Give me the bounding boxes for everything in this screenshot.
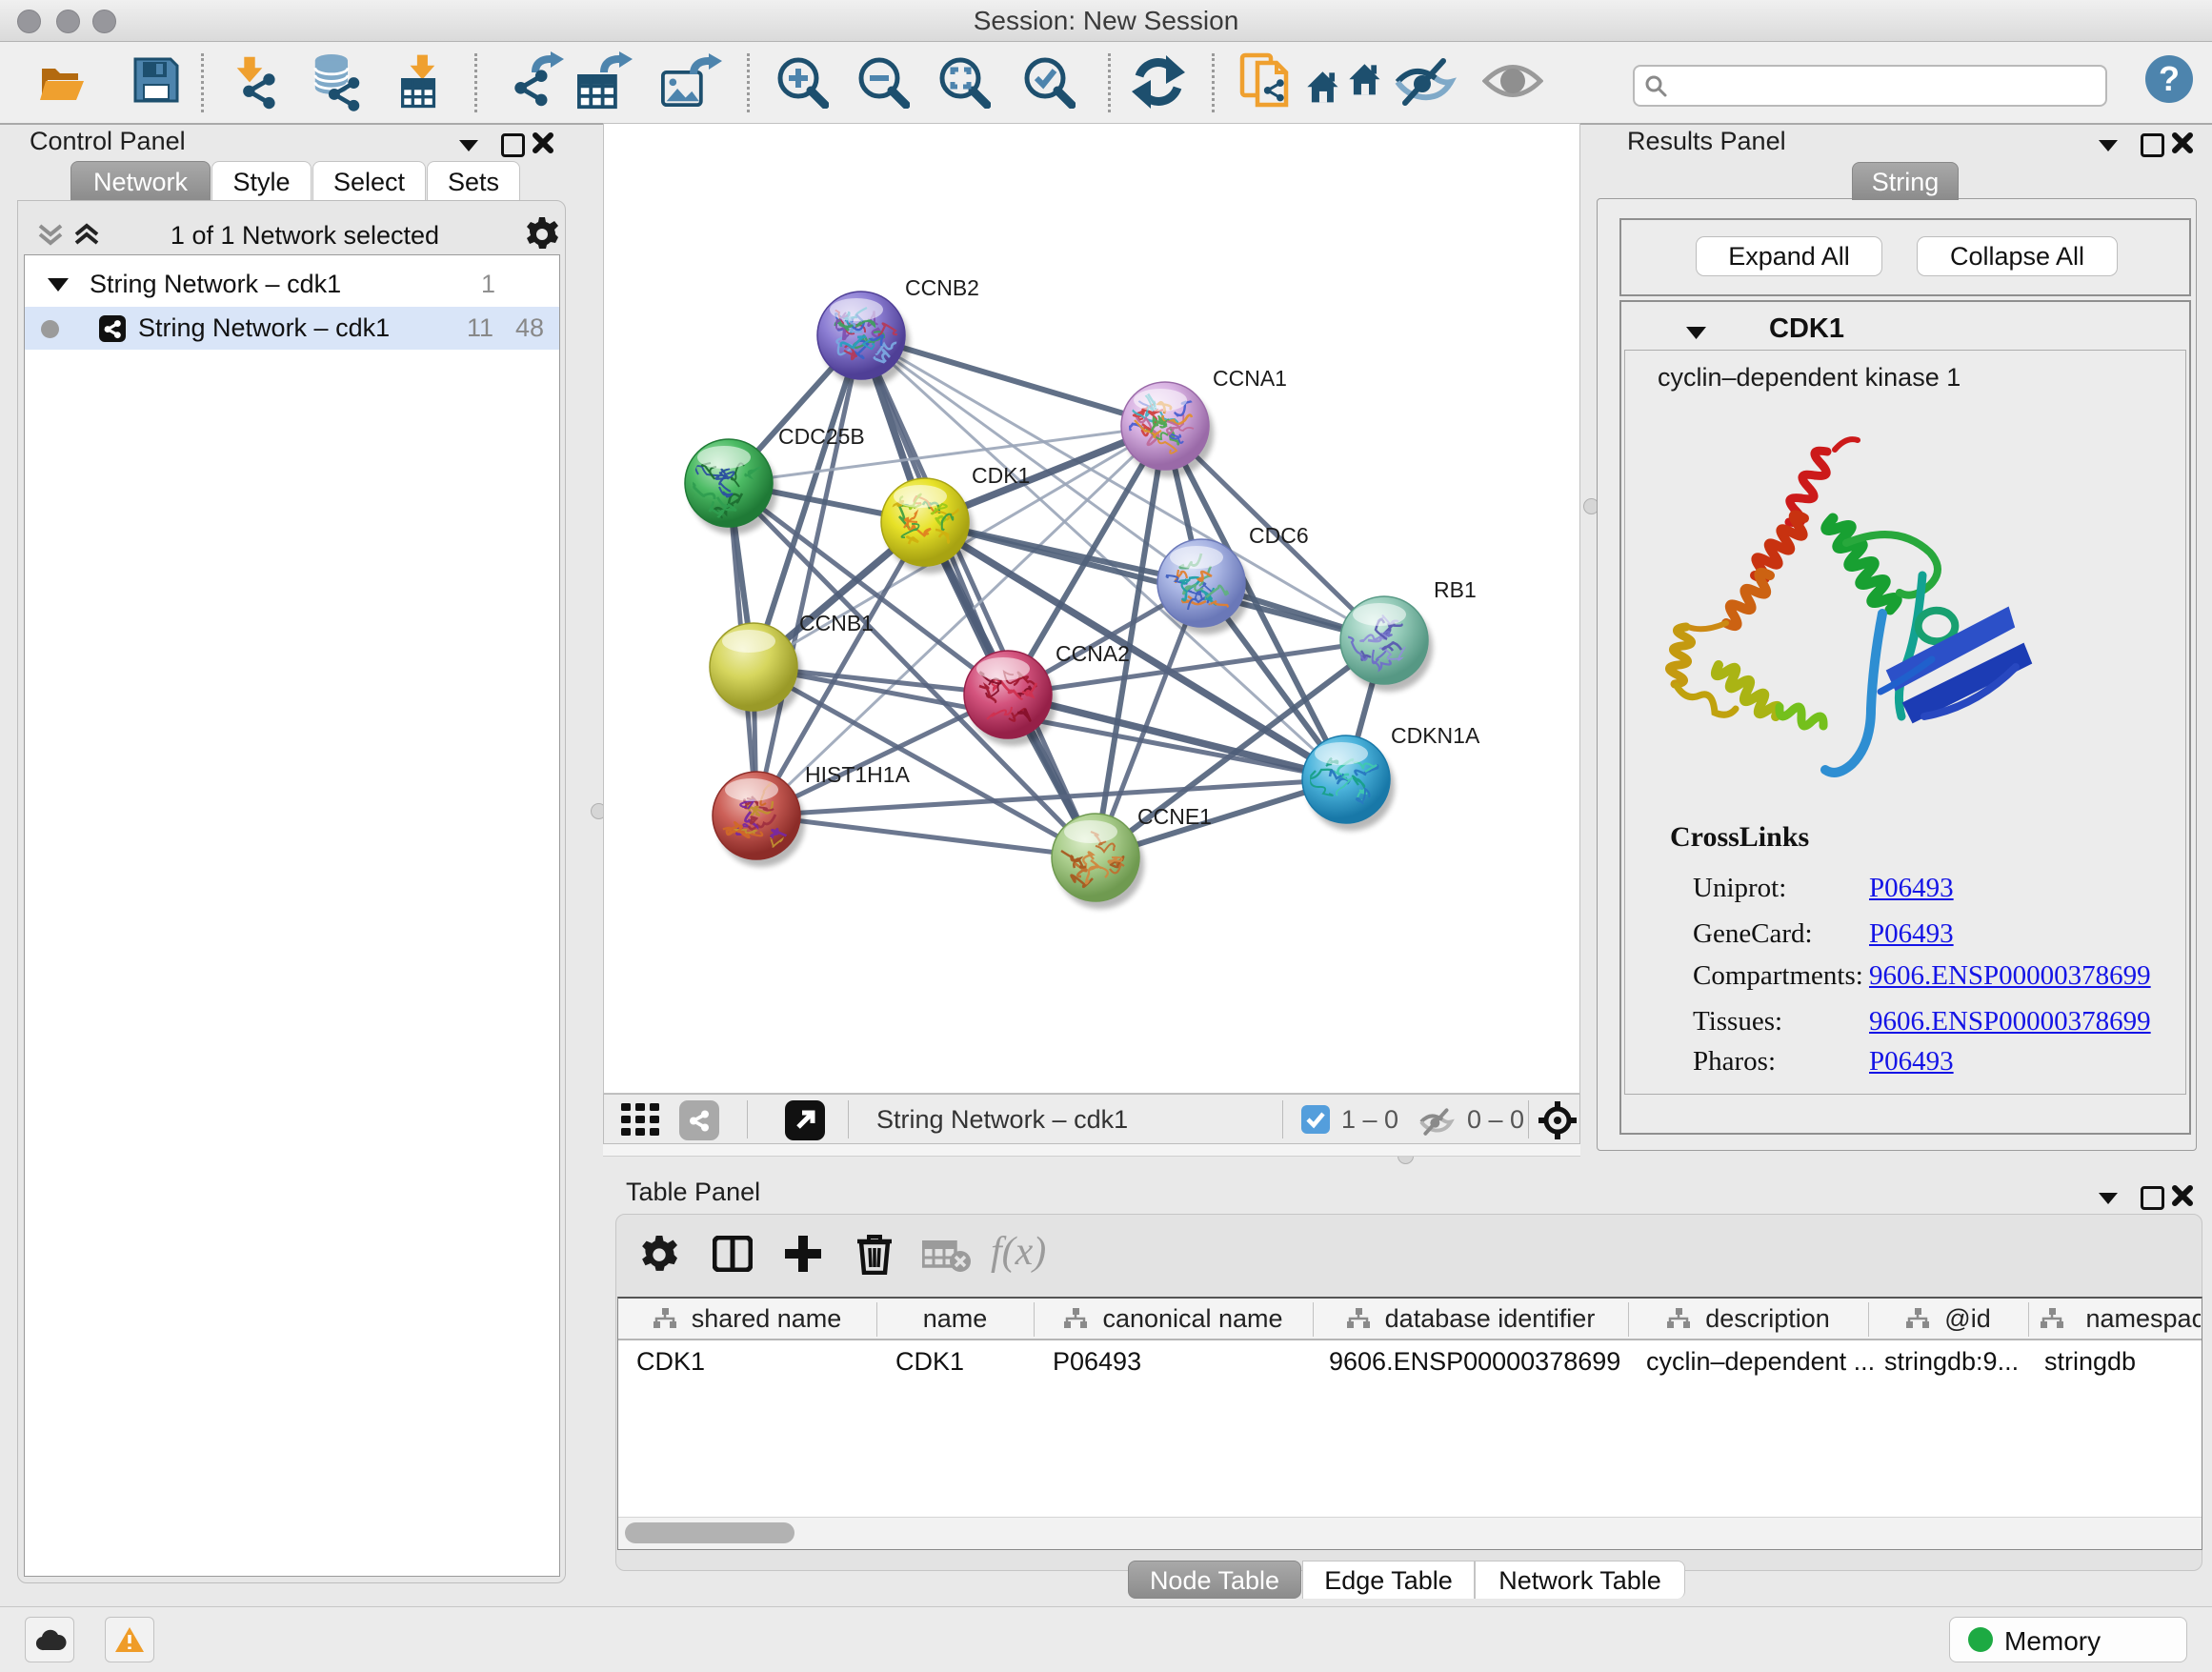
svg-text:CCNA2: CCNA2: [1056, 641, 1130, 666]
svg-text:CCNA1: CCNA1: [1213, 366, 1287, 391]
svg-text:CCNB2: CCNB2: [905, 275, 979, 300]
svg-text:CDC6: CDC6: [1249, 523, 1309, 548]
svg-text:CCNB1: CCNB1: [799, 611, 874, 635]
svg-text:CDK1: CDK1: [972, 463, 1030, 488]
svg-text:CDC25B: CDC25B: [778, 424, 865, 449]
svg-text:HIST1H1A: HIST1H1A: [805, 762, 911, 787]
svg-text:CCNE1: CCNE1: [1137, 804, 1212, 829]
svg-text:CDKN1A: CDKN1A: [1391, 723, 1480, 748]
svg-text:RB1: RB1: [1434, 577, 1477, 602]
